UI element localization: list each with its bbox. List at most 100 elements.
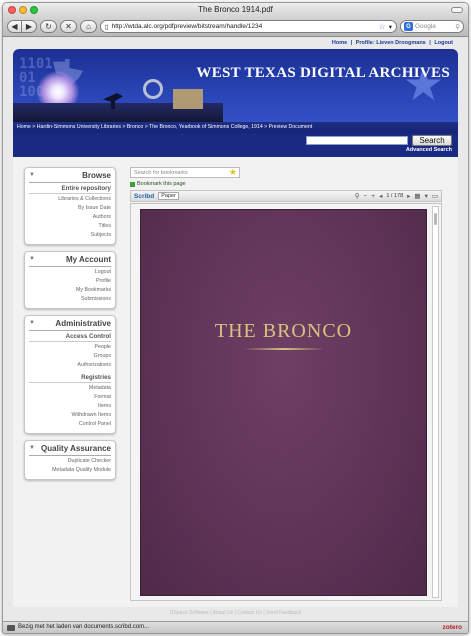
back-button[interactable]: ◀ [7,20,22,33]
sidebar-item-control-panel[interactable]: Control Panel [29,420,111,429]
book-cover-title: THE BRONCO [214,320,353,342]
collapse-arrow-icon[interactable]: ▼ [29,172,35,178]
minimize-window-button[interactable] [19,6,27,14]
scribd-logo[interactable]: Scribd [134,193,154,200]
sidebar-item-items[interactable]: Items [29,402,111,411]
view-mode-select[interactable]: Paper [158,192,179,200]
zotero-button[interactable]: zotero [443,622,463,633]
sidebar-item-submissions[interactable]: Submissions [29,295,111,304]
toolbar-toggle-button[interactable] [451,7,463,13]
sidebar-item-metadata[interactable]: Metadata [29,384,111,393]
reload-button[interactable]: ↻ [40,20,57,33]
browser-toolbar: ◀ ▶ ↻ ✕ ⌂ ▯ http://wtda.alc.org/pdfprevi… [3,17,468,37]
sidebar-item-subjects[interactable]: Subjects [29,231,111,240]
fullscreen-icon[interactable]: ▭ [432,192,438,200]
home-link[interactable]: Home [332,40,347,46]
sidebar-item-by-date[interactable]: By Issue Date [29,204,111,213]
google-icon[interactable]: G [404,22,413,31]
sidebar-item-withdrawn[interactable]: Withdrawn Items [29,411,111,420]
sidebar-item-profile[interactable]: Profile [29,277,111,286]
breadcrumb[interactable]: Home > Hardin-Simmons University Librari… [13,122,458,133]
sidebar-item-metadata-quality[interactable]: Metadata Quality Module [29,466,111,475]
url-text: http://wtda.alc.org/pdfpreview/bitstream… [111,23,263,30]
document-area[interactable]: THE BRONCO [130,203,442,601]
add-icon [130,181,135,187]
building-graphic [173,89,203,109]
sidebar-item-logout[interactable]: Logout [29,268,111,277]
bookmark-page-label: Bookmark this page [137,181,186,187]
stop-button[interactable]: ✕ [60,20,77,33]
bookmark-search-input[interactable]: Search for bookmarks ★ [130,167,240,178]
search-engine-placeholder: Google [415,23,436,30]
browse-section: Entire repository [29,184,111,194]
sidebar-item-duplicate-checker[interactable]: Duplicate Checker [29,457,111,466]
home-button[interactable]: ⌂ [80,20,97,33]
qa-title: Quality Assurance [29,444,111,456]
sidebar-item-authors[interactable]: Authors [29,213,111,222]
prev-page-icon[interactable]: ◂ [379,192,382,200]
bookmark-star-icon[interactable]: ☆ [379,22,386,31]
web-page: Home | Profile: Lieven Droogmans | Logou… [3,38,468,621]
zotero-label: zotero [442,624,463,631]
scrollbar-thumb[interactable] [434,213,437,225]
header-search: Search Advanced Search [13,133,458,157]
site-search-button[interactable]: Search [412,135,452,146]
sidebar-item-groups[interactable]: Groups [29,352,111,361]
bookmark-star-icon[interactable]: ★ [229,168,237,177]
collapse-arrow-icon[interactable]: ▼ [29,445,35,451]
title-bar: The Bronco 1914.pdf [3,3,468,17]
zoom-out-icon[interactable]: − [363,193,367,200]
admin-box: ▼ Administrative Access Control People G… [24,315,116,434]
sidebar: ▼ Browse Entire repository Libraries & C… [24,167,116,486]
zoom-icon[interactable]: ⚲ [355,192,360,200]
browse-box: ▼ Browse Entire repository Libraries & C… [24,167,116,245]
profile-link[interactable]: Profile: Lieven Droogmans [356,40,426,46]
browser-window: The Bronco 1914.pdf ◀ ▶ ↻ ✕ ⌂ ▯ http://w… [2,2,469,634]
sidebar-item-authorizations[interactable]: Authorizations [29,361,111,370]
cover-flourish [243,348,324,350]
back-arrow-icon: ◀ [11,22,18,31]
site-search-input[interactable] [306,136,408,145]
sidebar-item-format[interactable]: Format [29,393,111,402]
reload-icon: ↻ [45,22,52,31]
account-box: ▼ My Account Logout Profile My Bookmarks… [24,251,116,309]
zoom-in-icon[interactable]: + [371,193,375,200]
grid-view-icon[interactable]: ▦ [414,192,420,200]
browse-title: Browse [29,171,111,183]
next-page-icon[interactable]: ▸ [407,192,410,200]
menu-icon[interactable]: ▾ [425,192,428,200]
scribd-toolbar: Scribd Paper ⚲ − + ◂ 1 / 178 ▸ ▦ ▾ ▭ [130,190,442,202]
separator: | [429,40,431,46]
window-controls [8,6,38,14]
advanced-search-link[interactable]: Advanced Search [406,147,452,153]
logout-link[interactable]: Logout [434,40,453,46]
sidebar-item-titles[interactable]: Titles [29,222,111,231]
collapse-arrow-icon[interactable]: ▼ [29,320,35,326]
status-text: Bezig met het laden van documents.scribd… [18,624,150,630]
view-mode-value: Paper [161,193,176,199]
search-engine-box[interactable]: G Google ⚲ [400,20,464,33]
collapse-arrow-icon[interactable]: ▼ [29,256,35,262]
sidebar-item-bookmarks[interactable]: My Bookmarks [29,286,111,295]
status-icon [7,624,15,631]
url-dropdown-icon[interactable]: ▾ [389,23,392,31]
page-footer[interactable]: DSpace Software | About Us | Contact Us … [13,608,458,618]
sidebar-item-people[interactable]: People [29,343,112,352]
admin-title: Administrative [29,319,111,331]
close-window-button[interactable] [8,6,16,14]
viewer-scrollbar[interactable] [432,206,439,598]
stop-icon: ✕ [65,22,72,31]
account-title: My Account [29,255,111,267]
bookmark-page-link[interactable]: Bookmark this page [130,181,442,187]
forward-button[interactable]: ▶ [22,20,37,33]
sidebar-item-libraries[interactable]: Libraries & Collections [29,195,111,204]
bookmark-search-placeholder: Search for bookmarks [134,170,188,176]
zoom-window-button[interactable] [30,6,38,14]
forward-arrow-icon: ▶ [25,22,33,31]
magnifier-icon[interactable]: ⚲ [455,23,460,31]
registries-section: Registries [29,373,111,383]
site-title[interactable]: WEST TEXAS DIGITAL ARCHIVES [196,65,450,82]
magnifying-glass-icon [143,79,163,99]
window-title: The Bronco 1914.pdf [198,5,273,14]
address-bar[interactable]: ▯ http://wtda.alc.org/pdfpreview/bitstre… [100,20,397,33]
